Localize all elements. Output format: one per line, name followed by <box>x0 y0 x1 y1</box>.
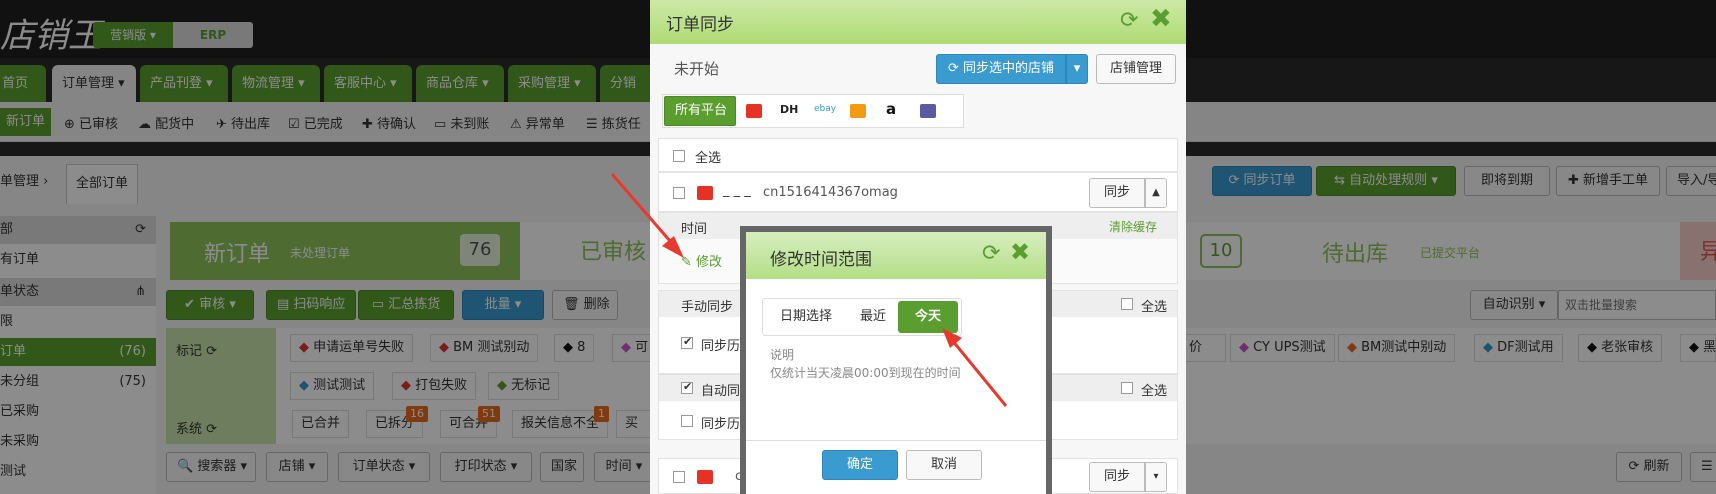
shop-icon[interactable] <box>920 104 936 118</box>
select-all-row: 全选 <box>658 138 1178 172</box>
segment-date-select[interactable]: 日期选择 <box>768 301 844 333</box>
store-name: _ _ _ <box>723 183 751 198</box>
store-row: _ _ _ cn1516414367omag 同步 ▲ <box>658 172 1178 212</box>
sync-status: 未开始 <box>674 60 720 78</box>
time-label: 时间 <box>681 222 708 237</box>
close-icon[interactable]: ✖ <box>1150 4 1172 34</box>
close-icon[interactable]: ✖ <box>1010 238 1030 266</box>
cancel-button[interactable]: 取消 <box>906 450 982 480</box>
store-id: cn1516414367omag <box>763 185 898 200</box>
all-platforms-button[interactable]: 所有平台 <box>664 96 736 126</box>
edit-time-link[interactable]: ✎ 修改 <box>681 251 722 270</box>
dhgate-icon[interactable]: DH <box>780 103 798 116</box>
store-checkbox[interactable] <box>673 187 685 199</box>
store-manage-button[interactable]: 店铺管理 <box>1096 54 1176 84</box>
sync-store-toggle[interactable]: ▾ <box>1145 462 1167 492</box>
auto-sync-checkbox[interactable] <box>681 380 693 394</box>
modal-title: 订单同步 <box>666 15 734 35</box>
refresh-icon[interactable]: ⟳ <box>982 241 1000 266</box>
auto-select-all-label: 全选 <box>1141 384 1168 399</box>
manual-sync-label: 手动同步 <box>681 300 734 315</box>
sync-options-dropdown[interactable]: ▾ <box>1066 54 1088 84</box>
ok-button[interactable]: 确定 <box>822 450 898 480</box>
ebay-icon[interactable]: ebay <box>814 104 836 114</box>
select-all-label: 全选 <box>695 151 722 166</box>
refresh-icon[interactable]: ⟳ <box>1120 8 1138 33</box>
sync-store-button[interactable]: 同步 <box>1089 178 1145 208</box>
note-title: 说明 <box>770 348 795 362</box>
sync-history-checkbox[interactable] <box>681 335 693 349</box>
divider <box>746 440 1046 441</box>
aliexpress-icon <box>697 186 713 200</box>
amazon-icon[interactable]: a <box>886 100 896 118</box>
time-range-panel: 修改时间范围 ⟳ ✖ 日期选择 最近 今天 说明 仅统计当天凌晨00:00到现在… <box>746 232 1046 494</box>
manual-select-all-checkbox[interactable] <box>1121 298 1133 310</box>
clear-cache-link[interactable]: 清除缓存 <box>1109 218 1157 235</box>
aliexpress-icon[interactable] <box>746 104 762 118</box>
segment-today[interactable]: 今天 <box>898 301 958 333</box>
auto-sync-history-checkbox[interactable] <box>681 415 693 427</box>
sync-selected-stores-button[interactable]: ⟳ 同步选中的店铺 <box>936 54 1066 84</box>
manual-select-all-label: 全选 <box>1141 300 1168 315</box>
sync-selected-label: 同步选中的店铺 <box>963 61 1055 76</box>
modal-title: 修改时间范围 <box>770 250 872 270</box>
sync-store-toggle[interactable]: ▲ <box>1145 178 1167 208</box>
select-all-checkbox[interactable] <box>673 150 685 162</box>
edit-label: 修改 <box>696 255 723 270</box>
aliexpress-icon <box>697 470 713 484</box>
time-range-modal: 修改时间范围 ⟳ ✖ 日期选择 最近 今天 说明 仅统计当天凌晨00:00到现在… <box>740 226 1052 494</box>
segment-recent[interactable]: 最近 <box>846 301 900 333</box>
store-checkbox[interactable] <box>673 471 685 483</box>
note-text: 仅统计当天凌晨00:00到现在的时间 <box>770 366 961 380</box>
wish-icon[interactable] <box>850 104 866 118</box>
auto-select-all-checkbox[interactable] <box>1121 382 1133 394</box>
sync-store-button[interactable]: 同步 <box>1089 462 1145 492</box>
